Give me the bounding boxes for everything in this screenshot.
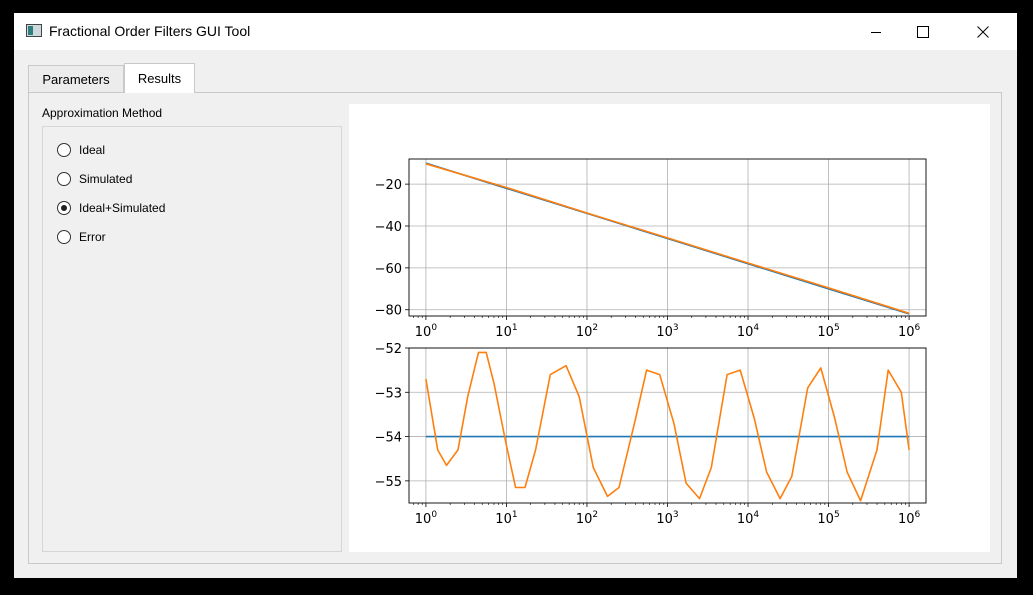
close-button[interactable] xyxy=(960,13,1006,50)
radio-label: Simulated xyxy=(79,172,133,186)
x-tick-label: 105 xyxy=(817,510,839,527)
x-tick-label: 103 xyxy=(656,323,678,340)
x-tick-label: 101 xyxy=(495,323,517,340)
y-tick-label: −80 xyxy=(375,304,402,319)
plots-svg: 100 101 102 103 104 105 106 −20 −40 −60 −80 100 101 1… xyxy=(375,158,927,527)
y-tick-label: −52 xyxy=(375,342,402,357)
tab-parameters[interactable]: Parameters xyxy=(28,65,124,92)
title-bar[interactable]: Fractional Order Filters GUI Tool xyxy=(14,13,1017,50)
minimize-button[interactable] xyxy=(853,13,899,50)
y-tick-label: −60 xyxy=(375,262,402,277)
radio-ideal-simulated[interactable]: Ideal+Simulated xyxy=(57,199,165,217)
y-tick-label: −55 xyxy=(375,475,402,490)
close-icon xyxy=(977,25,989,38)
x-tick-label: 102 xyxy=(576,510,598,527)
app-window: Fractional Order Filters GUI Tool Parame… xyxy=(14,13,1017,578)
radio-button-icon[interactable] xyxy=(57,143,71,157)
radio-ideal[interactable]: Ideal xyxy=(57,141,105,159)
minimize-icon xyxy=(871,31,881,33)
radio-label: Ideal+Simulated xyxy=(79,201,166,215)
radio-button-checked-icon[interactable] xyxy=(57,201,71,215)
x-tick-label: 102 xyxy=(576,323,598,340)
radio-button-icon[interactable] xyxy=(57,172,71,186)
window-title: Fractional Order Filters GUI Tool xyxy=(49,23,251,39)
x-tick-label: 100 xyxy=(415,323,438,340)
x-tick-label: 101 xyxy=(495,510,517,527)
radio-label: Error xyxy=(79,230,106,244)
approximation-method-title: Approximation Method xyxy=(42,106,163,120)
plot-canvas: 100 101 102 103 104 105 106 −20 −40 −60 −80 100 101 1… xyxy=(349,104,990,552)
x-tick-label: 106 xyxy=(898,510,921,527)
x-tick-label: 104 xyxy=(737,323,760,340)
radio-error[interactable]: Error xyxy=(57,228,106,246)
maximize-button[interactable] xyxy=(900,13,946,50)
x-tick-label: 104 xyxy=(737,510,760,527)
y-tick-label: −53 xyxy=(375,386,402,401)
y-tick-label: −20 xyxy=(375,178,402,193)
radio-button-icon[interactable] xyxy=(57,230,71,244)
x-tick-label: 100 xyxy=(415,510,438,527)
y-tick-label: −54 xyxy=(375,431,402,446)
results-panel: Approximation Method Ideal Simulated Ide… xyxy=(28,92,1002,564)
radio-simulated[interactable]: Simulated xyxy=(57,170,132,188)
radio-label: Ideal xyxy=(79,143,106,157)
maximize-icon xyxy=(917,25,929,38)
x-tick-label: 106 xyxy=(898,323,921,340)
y-tick-label: −40 xyxy=(375,220,402,235)
approximation-method-group: Ideal Simulated Ideal+Simulated Error xyxy=(42,126,342,552)
tab-results[interactable]: Results xyxy=(124,63,195,93)
x-tick-label: 103 xyxy=(656,510,678,527)
app-window-icon xyxy=(26,24,42,37)
x-tick-label: 105 xyxy=(817,323,839,340)
